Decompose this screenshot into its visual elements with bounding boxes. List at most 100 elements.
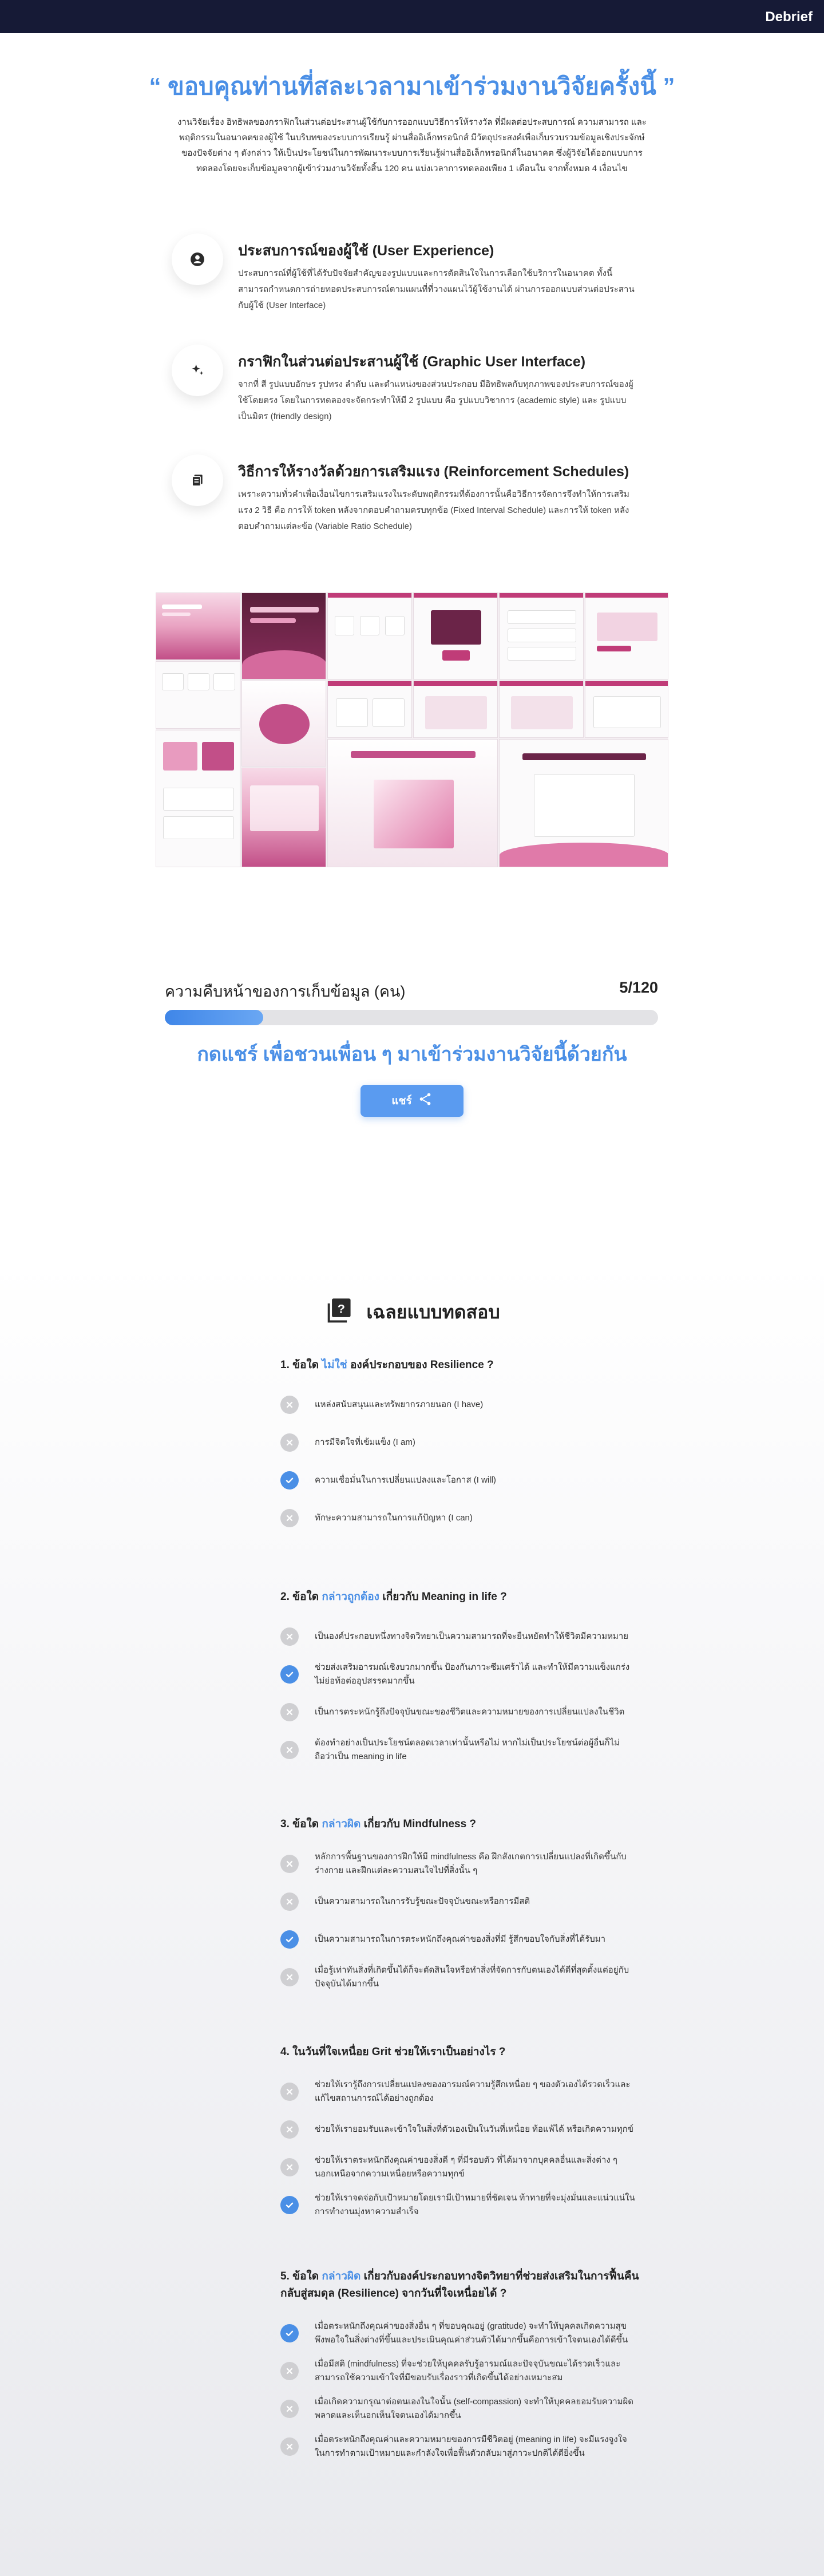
screenshot-thumbnail (156, 592, 240, 660)
check-icon (280, 1471, 299, 1490)
feature-title: ประสบการณ์ของผู้ใช้ (User Experience) (238, 243, 494, 259)
question-text: 3. ข้อใด กล่าวผิด เกี่ยวกับ Mindfulness … (280, 1816, 647, 1833)
answer-option-wrong: เป็นความสามารถในการรับรู้ขณะปัจจุบันขณะห… (280, 1884, 647, 1919)
answer-option-correct: ช่วยส่งเสริมอารมณ์เชิงบวกมากขึ้น ป้องกัน… (280, 1657, 647, 1692)
reward-icon (172, 455, 223, 506)
option-text: ช่วยส่งเสริมอารมณ์เชิงบวกมากขึ้น ป้องกัน… (315, 1662, 630, 1686)
quiz-question-1: 1. ข้อใด ไม่ใช่ องค์ประกอบของ Resilience… (280, 1357, 647, 1539)
screenshot-thumbnail (241, 768, 326, 867)
cross-icon (280, 2400, 299, 2418)
answer-option-wrong: เมื่อตระหนักถึงคุณค่าและความหมายของการมี… (280, 2429, 647, 2464)
option-text: ทักษะความสามารถในการแก้ปัญหา (I can) (315, 1513, 473, 1523)
progress-label: ความคืบหน้าของการเก็บข้อมูล (คน) (165, 983, 406, 1000)
question-prefix: 5. ข้อใด (280, 2270, 322, 2282)
progress-track (165, 1010, 658, 1025)
option-text: ช่วยให้เราตระหนักถึงคุณค่าของสิ่งดี ๆ ที… (315, 2155, 617, 2179)
answer-option-wrong: ทักษะความสามารถในการแก้ปัญหา (I can) (280, 1501, 647, 1535)
cross-icon (280, 1741, 299, 1759)
cross-icon (280, 2362, 299, 2380)
option-text: เมื่อตระหนักถึงคุณค่าของสิ่งอื่น ๆ ที่ขอ… (315, 2321, 628, 2345)
feature-description: จากที่ สี รูปแบบอักษร รูปทรง ลำดับ และตำ… (238, 380, 633, 421)
question-highlight: ไม่ใช่ (322, 1359, 347, 1371)
question-prefix: 1. ข้อใด (280, 1359, 322, 1371)
answer-option-wrong: ช่วยให้เรายอมรับและเข้าใจในสิ่งที่ตัวเอง… (280, 2112, 647, 2147)
answer-option-wrong: ช่วยให้เรารู้ถึงการเปลี่ยนแปลงของอารมณ์ค… (280, 2075, 647, 2109)
svg-text:?: ? (338, 1301, 345, 1315)
option-text: เมื่อตระหนักถึงคุณค่าและความหมายของการมี… (315, 2435, 627, 2458)
answer-option-wrong: เป็นองค์ประกอบหนึ่งทางจิตวิทยาเป็นความสา… (280, 1619, 647, 1654)
progress-fill (165, 1010, 264, 1025)
screenshot-thumbnail (499, 681, 584, 738)
screenshot-thumbnail (499, 592, 584, 679)
option-text: เป็นการตระหนักรู้ถึงปัจจุบันขณะของชีวิตแ… (315, 1707, 625, 1717)
question-text: 1. ข้อใด ไม่ใช่ องค์ประกอบของ Resilience… (280, 1357, 647, 1374)
question-suffix: องค์ประกอบของ Resilience ? (347, 1359, 494, 1371)
question-suffix: เกี่ยวกับ Mindfulness ? (360, 1818, 477, 1830)
option-text: เป็นความสามารถในการตระหนักถึงคุณค่าของสิ… (315, 1934, 606, 1944)
quiz-question-3: 3. ข้อใด กล่าวผิด เกี่ยวกับ Mindfulness … (280, 1816, 647, 1998)
question-text: 5. ข้อใด กล่าวผิด เกี่ยวกับองค์ประกอบทาง… (280, 2268, 647, 2302)
option-text: ความเชื่อมั่นในการเปลี่ยนแปลงและโอกาส (I… (315, 1475, 496, 1485)
check-icon (280, 2324, 299, 2342)
answer-option-wrong: เมื่อมีสติ (mindfulness) ที่จะช่วยให้บุค… (280, 2354, 647, 2388)
question-prefix: 3. ข้อใด (280, 1818, 322, 1830)
answer-option-wrong: แหล่งสนับสนุนและทรัพยากรภายนอก (I have) (280, 1388, 647, 1422)
cross-icon (280, 2158, 299, 2176)
share-button[interactable]: แชร์ (360, 1085, 464, 1117)
share-title: กดแชร์ เพื่อชวนเพื่อน ๆ มาเข้าร่วมงานวิจ… (197, 1044, 627, 1065)
screenshot-thumbnail (413, 681, 498, 738)
option-text: ช่วยให้เรารู้ถึงการเปลี่ยนแปลงของอารมณ์ค… (315, 2080, 631, 2103)
screenshot-thumbnail (327, 592, 412, 679)
question-highlight: กล่าวถูกต้อง (322, 1591, 379, 1603)
quiz-header: ? เฉลยแบบทดสอบ (0, 1295, 824, 1329)
progress-count: 5/120 (619, 979, 658, 996)
feature-description: ประสบการณ์ที่ผู้ใช้ที่ได้รับปัจจัยสำคัญข… (238, 268, 635, 310)
answer-option-correct: ช่วยให้เราจดจ่อกับเป้าหมายโดยเรามีเป้าหม… (280, 2188, 647, 2222)
answer-option-correct: เป็นความสามารถในการตระหนักถึงคุณค่าของสิ… (280, 1922, 647, 1957)
answer-option-wrong: เมื่อเกิดความกรุณาต่อตนเองในใจนั้น (self… (280, 2392, 647, 2426)
screenshot-thumbnail (241, 592, 326, 679)
screenshot-thumbnail (156, 661, 240, 729)
cross-icon (280, 2437, 299, 2456)
cross-icon (280, 2083, 299, 2101)
top-bar: Debrief (0, 0, 824, 33)
question-suffix: เกี่ยวกับ Meaning in life ? (379, 1591, 507, 1603)
cross-icon (280, 2120, 299, 2139)
cross-icon (280, 1893, 299, 1911)
quiz-question-2: 2. ข้อใด กล่าวถูกต้อง เกี่ยวกับ Meaning … (280, 1589, 647, 1771)
feature-title: กราฟิกในส่วนต่อประสานผู้ใช้ (Graphic Use… (238, 354, 586, 370)
answer-option-correct: ความเชื่อมั่นในการเปลี่ยนแปลงและโอกาส (I… (280, 1463, 647, 1498)
screenshot-thumbnail (327, 739, 498, 867)
check-icon (280, 1665, 299, 1684)
option-text: ต้องทำอย่างเป็นประโยชน์ตลอดเวลาเท่านั้นห… (315, 1738, 620, 1761)
screenshot-collage (156, 592, 668, 867)
question-highlight: กล่าวผิด (322, 1818, 361, 1830)
user-experience-icon (172, 234, 223, 285)
brand-logo[interactable]: Debrief (765, 9, 813, 25)
option-text: เป็นองค์ประกอบหนึ่งทางจิตวิทยาเป็นความสา… (315, 1631, 629, 1641)
quiz-title: เฉลยแบบทดสอบ (366, 1301, 500, 1322)
feature-user-experience: ประสบการณ์ของผู้ใช้ (User Experience) ปร… (172, 234, 652, 319)
option-text: หลักการพื้นฐานของการฝึกให้มี mindfulness… (315, 1852, 627, 1875)
quiz-icon: ? (324, 1296, 354, 1329)
thanks-title: “ ขอบคุณท่านที่สละเวลามาเข้าร่วมงานวิจัย… (149, 73, 675, 100)
answer-option-wrong: หลักการพื้นฐานของการฝึกให้มี mindfulness… (280, 1847, 647, 1881)
screenshot-thumbnail (585, 681, 668, 738)
option-text: เป็นความสามารถในการรับรู้ขณะปัจจุบันขณะห… (315, 1897, 530, 1906)
answer-option-wrong: ช่วยให้เราตระหนักถึงคุณค่าของสิ่งดี ๆ ที… (280, 2150, 647, 2184)
feature-description: เพราะความทั่วคำเพื่อเงื่อนไขการเสริมแรงใ… (238, 489, 629, 531)
intro-text: งานวิจัยเรื่อง อิทธิพลของกราฟิกในส่วนต่อ… (177, 117, 647, 173)
feature-graphic-ui: กราฟิกในส่วนต่อประสานผู้ใช้ (Graphic Use… (172, 345, 652, 430)
share-button-label: แชร์ (391, 1095, 412, 1107)
check-icon (280, 2196, 299, 2214)
answer-option-wrong: เมื่อรู้เท่าทันสิ่งที่เกิดขึ้นได้ก็จะตัด… (280, 1960, 647, 1994)
answer-option-wrong: เป็นการตระหนักรู้ถึงปัจจุบันขณะของชีวิตแ… (280, 1695, 647, 1729)
option-text: การมีจิตใจที่เข้มแข็ง (I am) (315, 1437, 415, 1447)
cross-icon (280, 1433, 299, 1452)
screenshot-thumbnail (499, 739, 668, 867)
option-text: ช่วยให้เราจดจ่อกับเป้าหมายโดยเรามีเป้าหม… (315, 2193, 635, 2217)
question-prefix: 2. ข้อใด (280, 1591, 322, 1603)
cross-icon (280, 1855, 299, 1873)
question-highlight: กล่าวผิด (322, 2270, 361, 2282)
share-icon (418, 1092, 433, 1110)
